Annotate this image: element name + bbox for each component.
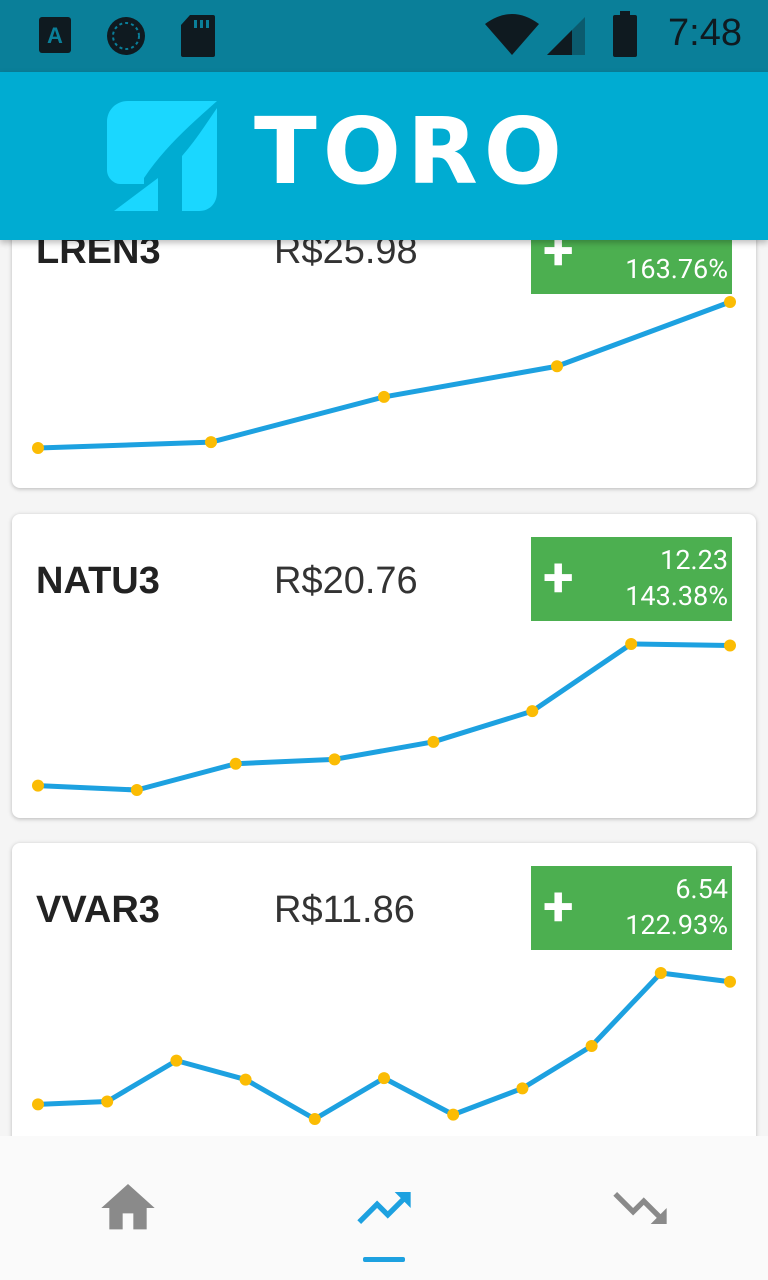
sparkline-point xyxy=(427,735,440,748)
stock-list[interactable]: LREN3 R$25.98 + 163.76% NATU3 R$20.76 + … xyxy=(0,240,768,1136)
sparkline-point xyxy=(170,1054,183,1067)
sparkline-point xyxy=(378,1072,390,1085)
sparkline-chart xyxy=(32,638,736,796)
trending-up-icon[interactable] xyxy=(352,1176,416,1240)
sparkline-point xyxy=(724,975,736,988)
plus-icon: + xyxy=(543,240,574,283)
change-badge: + 163.76% xyxy=(531,240,732,294)
sparkline-point xyxy=(516,1082,529,1095)
sparkline-chart xyxy=(32,296,736,454)
wifi-icon xyxy=(485,14,539,55)
a-notification-icon: A xyxy=(39,17,71,53)
sparkline-point xyxy=(724,639,736,652)
stock-card[interactable]: VVAR3 R$11.86 + 6.54 122.93% xyxy=(12,843,756,1136)
active-tab-indicator xyxy=(363,1257,405,1262)
change-badge: + 6.54 122.93% xyxy=(531,866,732,950)
sparkline-point xyxy=(551,360,563,373)
change-value: 12.23 xyxy=(660,544,728,576)
signal-icon xyxy=(547,17,585,55)
change-value: 6.54 xyxy=(675,873,728,905)
status-time: 7:48 xyxy=(668,12,742,54)
sparkline-point xyxy=(526,705,539,718)
stock-ticker: LREN3 xyxy=(36,240,161,272)
sparkline-point xyxy=(585,1040,598,1052)
battery-icon xyxy=(613,11,637,57)
change-percent: 122.93% xyxy=(625,909,728,941)
stock-ticker: NATU3 xyxy=(36,560,160,602)
change-percent: 163.76% xyxy=(625,253,728,285)
sparkline-point xyxy=(32,779,44,792)
stock-price: R$11.86 xyxy=(274,889,415,931)
sparkline-point xyxy=(724,296,736,308)
sparkline-chart xyxy=(32,967,736,1125)
sparkline-point xyxy=(205,436,217,449)
sparkline-point xyxy=(229,757,242,770)
sparkline-point xyxy=(654,967,667,979)
change-percent: 143.38% xyxy=(625,580,728,612)
sparkline-line xyxy=(37,970,731,1122)
sparkline-point xyxy=(328,753,341,766)
sparkline-line xyxy=(37,641,731,793)
stock-price: R$20.76 xyxy=(274,560,418,602)
stock-card[interactable]: NATU3 R$20.76 + 12.23 143.38% xyxy=(12,514,756,818)
sparkline-line xyxy=(37,299,731,451)
sparkline-point xyxy=(239,1073,252,1086)
stock-card[interactable]: LREN3 R$25.98 + 163.76% xyxy=(12,240,756,488)
sparkline-point xyxy=(625,638,638,650)
status-bar: A 7:48 xyxy=(0,0,768,72)
plus-icon: + xyxy=(543,544,574,610)
sparkline-point xyxy=(378,390,390,403)
sd-card-icon xyxy=(181,15,215,57)
sparkline-point xyxy=(447,1108,460,1121)
app-bar: TORO xyxy=(0,72,768,240)
change-badge: + 12.23 143.38% xyxy=(531,537,732,621)
sparkline-point xyxy=(101,1095,114,1108)
toro-logo-icon xyxy=(107,101,217,211)
sparkline-point xyxy=(32,1098,44,1111)
bottom-nav xyxy=(0,1136,768,1280)
svg-text:A: A xyxy=(47,23,63,48)
trending-down-icon[interactable] xyxy=(608,1176,672,1240)
sparkline-point xyxy=(130,784,143,796)
stock-price: R$25.98 xyxy=(274,240,418,272)
stock-ticker: VVAR3 xyxy=(36,889,160,931)
sync-icon xyxy=(107,17,145,55)
brand-name: TORO xyxy=(254,98,569,205)
sparkline-point xyxy=(308,1113,321,1125)
home-icon[interactable] xyxy=(96,1176,160,1240)
plus-icon: + xyxy=(543,873,574,939)
sparkline-point xyxy=(32,442,44,454)
